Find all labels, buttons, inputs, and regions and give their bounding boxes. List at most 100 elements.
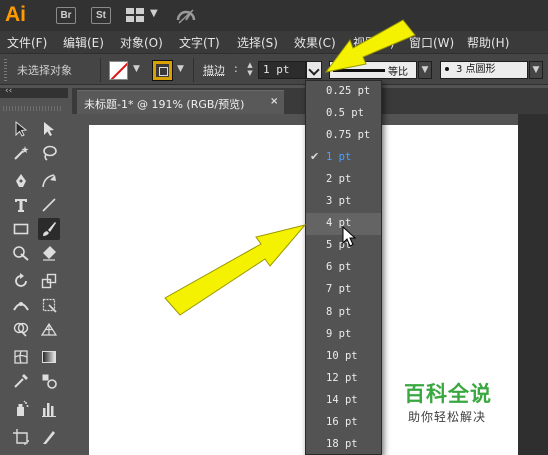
stroke-weight-option-7-pt[interactable]: 7 pt xyxy=(306,279,381,301)
stroke-panel-link[interactable]: 描边 xyxy=(203,62,225,78)
magic-wand-tool-icon[interactable] xyxy=(10,142,32,164)
menu-edit[interactable]: 编辑(E) xyxy=(63,34,104,51)
menu-select[interactable]: 选择(S) xyxy=(237,34,278,51)
workspace-layout-icon[interactable] xyxy=(126,8,146,23)
column-graph-tool-icon[interactable] xyxy=(38,398,60,420)
stroke-weight-option-18-pt[interactable]: 18 pt xyxy=(306,434,381,454)
gpu-performance-icon[interactable] xyxy=(176,6,196,26)
perspective-grid-tool-icon[interactable] xyxy=(38,318,60,340)
width-tool-icon[interactable] xyxy=(10,294,32,316)
illustrator-logo: Ai xyxy=(5,3,26,26)
menu-effect[interactable]: 效果(C) xyxy=(294,34,336,51)
stroke-weight-option-9-pt[interactable]: 9 pt xyxy=(306,324,381,346)
stroke-weight-option-14-pt[interactable]: 14 pt xyxy=(306,390,381,412)
control-bar: 未选择对象 ▼ ▼ 描边 : ▲ ▼ 1 pt 等比 ▼ 3 点圆形 ▼ xyxy=(0,53,548,85)
rectangle-tool-icon[interactable] xyxy=(10,218,32,240)
stroke-weight-input[interactable]: 1 pt xyxy=(258,61,306,79)
stroke-weight-option-10-pt[interactable]: 10 pt xyxy=(306,346,381,368)
stroke-weight-option-label: 16 pt xyxy=(326,415,358,428)
shape-builder-tool-icon[interactable] xyxy=(10,318,32,340)
collapse-panel-icon[interactable]: ‹‹ xyxy=(5,86,12,96)
stroke-weight-option-label: 18 pt xyxy=(326,437,358,450)
selection-status: 未选择对象 xyxy=(17,64,72,77)
eyedropper-tool-icon[interactable] xyxy=(10,370,32,392)
stroke-color-swatch[interactable] xyxy=(152,60,173,81)
stroke-weight-dropdown-button[interactable] xyxy=(306,61,322,79)
scale-tool-icon[interactable] xyxy=(38,270,60,292)
stroke-weight-option-8-pt[interactable]: 8 pt xyxy=(306,302,381,324)
stroke-weight-spinner[interactable]: ▲ ▼ xyxy=(245,61,255,79)
close-icon[interactable]: × xyxy=(270,96,278,107)
curvature-tool-icon[interactable] xyxy=(38,170,60,192)
menu-window[interactable]: 窗口(W) xyxy=(409,34,454,51)
watermark: 百科全说 助你轻松解决 xyxy=(404,378,524,428)
stroke-weight-option-3-pt[interactable]: 3 pt xyxy=(306,191,381,213)
stroke-weight-option-label: 7 pt xyxy=(326,283,352,296)
watermark-title: 百科全说 xyxy=(404,382,492,406)
menu-object[interactable]: 对象(O) xyxy=(120,34,163,51)
profile-chevron-down-icon[interactable]: ▼ xyxy=(418,61,432,79)
brush-chevron-down-icon[interactable]: ▼ xyxy=(529,61,543,79)
type-tool-icon[interactable] xyxy=(10,194,32,216)
stroke-weight-option-1-pt[interactable]: ✔ 1 pt xyxy=(306,147,381,169)
stroke-weight-option-label: 0.5 pt xyxy=(326,107,364,120)
round-brush-icon xyxy=(445,67,449,71)
free-transform-tool-icon[interactable] xyxy=(38,294,60,316)
divider xyxy=(100,58,101,82)
stroke-weight-option-0-25-pt[interactable]: 0.25 pt xyxy=(306,81,381,103)
menu-help[interactable]: 帮助(H) xyxy=(467,34,509,51)
line-segment-tool-icon[interactable] xyxy=(38,194,60,216)
fill-chevron-down-icon[interactable]: ▼ xyxy=(131,64,142,76)
checkmark-icon: ✔ xyxy=(310,150,320,164)
stroke-weight-option-label: 0.75 pt xyxy=(326,129,371,142)
bridge-button[interactable]: Br xyxy=(56,7,76,24)
eraser-tool-icon[interactable] xyxy=(38,242,60,264)
variable-width-profile-select[interactable]: 等比 xyxy=(329,61,417,79)
uniform-profile-preview xyxy=(333,69,385,72)
rotate-tool-icon[interactable] xyxy=(10,270,32,292)
stroke-weight-option-label: 1 pt xyxy=(326,151,352,164)
pen-tool-icon[interactable] xyxy=(10,170,32,192)
menu-type[interactable]: 文字(T) xyxy=(179,34,220,51)
menu-bar: 文件(F) 编辑(E) 对象(O) 文字(T) 选择(S) 效果(C) 视图(V… xyxy=(0,31,548,53)
profile-label: 等比 xyxy=(388,67,408,78)
stroke-weight-option-2-pt[interactable]: 2 pt xyxy=(306,169,381,191)
stroke-weight-option-label: 0.25 pt xyxy=(326,85,371,97)
slice-tool-icon[interactable] xyxy=(38,426,60,448)
direct-selection-tool-icon[interactable] xyxy=(38,118,60,140)
stroke-weight-option-label: 2 pt xyxy=(326,173,352,186)
stroke-weight-option-0-5-pt[interactable]: 0.5 pt xyxy=(306,103,381,125)
chevron-down-icon[interactable]: ▼ xyxy=(150,8,158,19)
brush-definition-select[interactable]: 3 点圆形 xyxy=(440,61,528,79)
menu-file[interactable]: 文件(F) xyxy=(7,34,47,51)
document-tab[interactable]: 未标题-1* @ 191% (RGB/预览) × xyxy=(77,90,284,114)
artboard-tool-icon[interactable] xyxy=(10,426,32,448)
stroke-weight-dropdown-menu: 0.25 pt 0.5 pt 0.75 pt ✔ 1 pt 2 pt 3 pt 4 pt 5 p… xyxy=(305,80,382,455)
tools-panel-header[interactable]: ‹‹ xyxy=(0,86,68,98)
symbol-sprayer-tool-icon[interactable] xyxy=(10,398,32,420)
document-tab-title[interactable]: 未标题-1* @ 191% (RGB/预览) xyxy=(84,96,244,112)
paintbrush-tool-icon[interactable] xyxy=(38,218,60,240)
stroke-chevron-down-icon[interactable]: ▼ xyxy=(175,64,186,76)
stroke-weight-option-label: 14 pt xyxy=(326,393,358,406)
mesh-tool-icon[interactable] xyxy=(10,346,32,368)
blend-tool-icon[interactable] xyxy=(38,370,60,392)
lasso-tool-icon[interactable] xyxy=(38,142,60,164)
gradient-tool-icon[interactable] xyxy=(38,346,60,368)
tools-panel-grip[interactable] xyxy=(3,106,63,111)
control-bar-grip[interactable] xyxy=(4,59,7,81)
stroke-weight-option-label: 8 pt xyxy=(326,305,352,318)
fill-color-swatch[interactable] xyxy=(109,61,128,80)
stroke-weight-option-16-pt[interactable]: 16 pt xyxy=(306,412,381,434)
shaper-tool-icon[interactable] xyxy=(10,242,32,264)
menu-view[interactable]: 视图(V) xyxy=(353,34,395,51)
stroke-weight-option-label: 12 pt xyxy=(326,371,358,384)
stroke-weight-option-label: 3 pt xyxy=(326,195,352,208)
stroke-weight-option-12-pt[interactable]: 12 pt xyxy=(306,368,381,390)
mouse-pointer-icon xyxy=(342,226,356,247)
stroke-weight-option-0-75-pt[interactable]: 0.75 pt xyxy=(306,125,381,147)
selection-tool-icon[interactable] xyxy=(10,118,32,140)
stroke-weight-option-label: 6 pt xyxy=(326,261,352,274)
stock-button[interactable]: St xyxy=(91,7,111,24)
stroke-weight-option-6-pt[interactable]: 6 pt xyxy=(306,257,381,279)
